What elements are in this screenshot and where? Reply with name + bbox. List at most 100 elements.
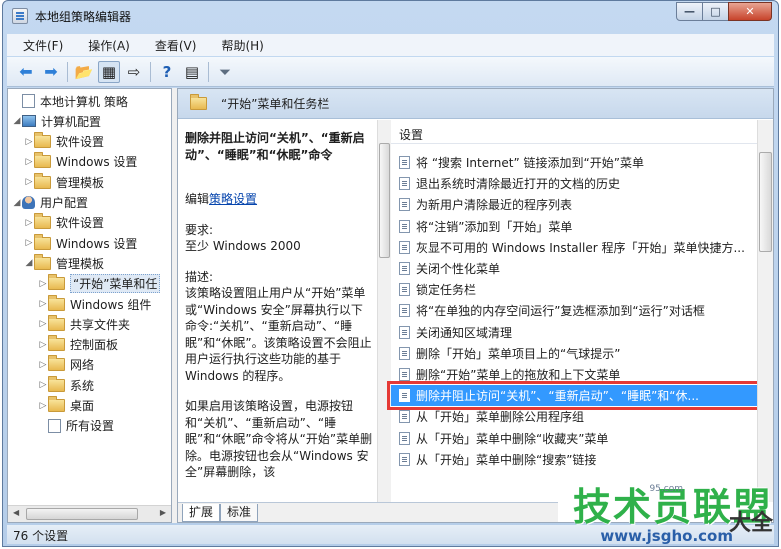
settings-scrollbar[interactable] <box>757 120 773 502</box>
menu-file[interactable]: 文件(F) <box>7 37 72 54</box>
setting-row[interactable]: 退出系统时清除最近打开的文档的历史 <box>391 173 757 194</box>
selected-setting-row[interactable]: 删除并阻止访问“关机”、“重新启动”、“睡眠”和“休... <box>387 381 761 411</box>
setting-row[interactable]: 删除「开始」菜单项目上的“气球提示” <box>391 343 757 364</box>
export-list-icon[interactable]: ⇨ <box>123 61 145 83</box>
setting-row[interactable]: 将 “搜索 Internet” 链接添加到“开始”菜单 <box>391 152 757 173</box>
settings-column-header[interactable]: 设置 <box>391 120 773 144</box>
properties-icon[interactable]: ▤ <box>181 61 203 83</box>
toolbar: ⬅ ➡ 📂 ▦ ⇨ ? ▤ ⏷ <box>7 57 774 87</box>
tree-item[interactable]: ▷ 管理模板 <box>24 172 104 192</box>
scroll-thumb[interactable] <box>759 152 772 252</box>
tree-item[interactable]: ▷ 系统 <box>38 375 94 395</box>
expand-arrow-icon[interactable]: ▷ <box>38 319 48 329</box>
settings-list-panel: 设置 将 “搜索 Internet” 链接添加到“开始”菜单退出系统时清除最近打… <box>387 120 773 502</box>
policy-setting-icon <box>399 325 410 339</box>
policy-setting-icon <box>399 389 410 403</box>
tree-item-label: 软件设置 <box>56 135 105 150</box>
description-scrollbar[interactable] <box>377 120 391 502</box>
policy-setting-icon <box>399 367 410 381</box>
folder-icon <box>48 335 65 352</box>
menu-action[interactable]: 操作(A) <box>72 37 139 54</box>
tree-item[interactable]: ▷ “开始”菜单和任 <box>38 274 161 294</box>
description-text-2: 如果启用该策略设置，电源按钮和“关机”、“重新启动”、“睡眠”和“休眠”命令将从… <box>185 399 373 479</box>
expand-arrow-icon[interactable]: ▷ <box>38 380 48 390</box>
setting-row[interactable]: 为新用户清除最近的程序列表 <box>391 194 757 215</box>
forward-arrow-icon[interactable]: ➡ <box>40 61 62 83</box>
expand-arrow-icon[interactable]: ▷ <box>38 340 48 350</box>
expand-arrow-icon[interactable]: ▷ <box>24 177 34 187</box>
expand-arrow-icon[interactable]: ▷ <box>24 137 34 147</box>
expand-arrow-icon[interactable]: ▷ <box>38 299 48 309</box>
up-folder-icon[interactable]: 📂 <box>73 61 95 83</box>
collapse-arrow-icon[interactable]: ◢ <box>12 198 22 208</box>
tree-horizontal-scrollbar[interactable]: ◀ ▶ <box>8 505 171 522</box>
help-icon[interactable]: ? <box>156 61 178 83</box>
setting-row[interactable]: 从「开始」菜单删除公用程序组 <box>391 406 757 427</box>
tree-item[interactable]: ▷ Windows 组件 <box>38 294 151 314</box>
title-bar[interactable]: 本地组策略编辑器 — □ ✕ <box>3 1 778 31</box>
setting-row[interactable]: 关闭个性化菜单 <box>391 258 757 279</box>
tree-item[interactable]: ▷ Windows 设置 <box>24 233 137 253</box>
setting-label: 删除并阻止访问“关机”、“重新启动”、“睡眠”和“休... <box>416 389 699 404</box>
setting-label: 关闭个性化菜单 <box>416 262 501 277</box>
expand-arrow-icon[interactable]: ▷ <box>24 238 34 248</box>
setting-row[interactable]: 锁定任务栏 <box>391 279 757 300</box>
tree-item[interactable]: ▷ 共享文件夹 <box>38 314 130 334</box>
scroll-left-icon[interactable]: ◀ <box>13 508 19 517</box>
scroll-right-icon[interactable]: ▶ <box>160 508 166 517</box>
tree-item[interactable]: ▷ 软件设置 <box>24 132 104 152</box>
folder-icon <box>48 274 65 291</box>
tree-item[interactable]: ▷ 控制面板 <box>38 335 118 355</box>
tree-item[interactable]: ◢ 用户配置 <box>12 193 88 213</box>
policy-setting-icon <box>399 283 410 297</box>
show-hide-tree-icon[interactable]: ▦ <box>98 60 120 83</box>
tree-item[interactable]: 本地计算机 策略 <box>12 91 128 111</box>
edit-prefix: 编辑 <box>185 192 210 206</box>
scroll-thumb[interactable] <box>379 143 390 258</box>
menu-help[interactable]: 帮助(H) <box>205 37 272 54</box>
setting-row[interactable]: 关闭通知区域清理 <box>391 322 757 343</box>
expand-arrow-icon[interactable]: ▷ <box>38 360 48 370</box>
tree-item[interactable]: ▷ Windows 设置 <box>24 152 137 172</box>
minimize-button[interactable]: — <box>676 2 703 21</box>
folder-icon <box>34 233 51 250</box>
setting-row[interactable]: 将“注销”添加到「开始」菜单 <box>391 216 757 237</box>
filter-icon[interactable]: ⏷ <box>214 61 236 83</box>
setting-row[interactable]: 从「开始」菜单中删除“收藏夹”菜单 <box>391 427 757 448</box>
setting-label: 将 “搜索 Internet” 链接添加到“开始”菜单 <box>416 156 644 171</box>
menu-view[interactable]: 查看(V) <box>139 37 206 54</box>
close-button[interactable]: ✕ <box>728 2 772 21</box>
back-arrow-icon[interactable]: ⬅ <box>15 61 37 83</box>
expand-arrow-icon[interactable]: ▷ <box>38 279 48 289</box>
expand-arrow-icon[interactable]: ▷ <box>38 401 48 411</box>
setting-row[interactable]: 将“在单独的内存空间运行”复选框添加到“运行”对话框 <box>391 300 757 321</box>
tree-item-label: 计算机配置 <box>41 114 102 129</box>
client-area: ◀ ▶ 本地计算机 策略 ◢ 计算机配置 ▷ 软件设置 ▷ Windows 设置 ▷ 管理模板 ◢… <box>7 88 774 523</box>
tree-item[interactable]: 所有设置 <box>38 416 114 436</box>
maximize-button[interactable]: □ <box>702 2 729 21</box>
tab-standard[interactable]: 标准 <box>220 504 259 522</box>
scroll-thumb[interactable] <box>26 508 138 520</box>
tree-item[interactable]: ▷ 桌面 <box>38 396 94 416</box>
content-header: “开始”菜单和任务栏 <box>178 89 773 119</box>
policy-setting-icon <box>399 177 410 191</box>
settings-list: 将 “搜索 Internet” 链接添加到“开始”菜单退出系统时清除最近打开的文… <box>387 152 761 470</box>
tree-item-label: Windows 设置 <box>56 236 138 251</box>
tree-item[interactable]: ◢ 计算机配置 <box>12 111 101 131</box>
setting-row[interactable]: 从「开始」菜单中删除“搜索”链接 <box>391 449 757 470</box>
tree-item[interactable]: ◢ 管理模板 <box>24 253 104 273</box>
setting-row[interactable]: 删除“开始”菜单上的拖放和上下文菜单 <box>391 364 757 385</box>
setting-label: 锁定任务栏 <box>416 283 477 298</box>
edit-policy-link[interactable]: 策略设置 <box>209 192 257 206</box>
expand-arrow-icon[interactable]: ▷ <box>24 157 34 167</box>
tree-item[interactable]: ▷ 软件设置 <box>24 213 104 233</box>
policy-title: 删除并阻止访问“关机”、“重新启动”、“睡眠”和“休眠”命令 <box>185 131 365 162</box>
setting-row[interactable]: 灰显不可用的 Windows Installer 程序「开始」菜单快捷方... <box>391 237 757 258</box>
content-pane: “开始”菜单和任务栏 删除并阻止访问“关机”、“重新启动”、“睡眠”和“休眠”命… <box>177 88 774 523</box>
expand-arrow-icon[interactable]: ▷ <box>24 218 34 228</box>
tree-item[interactable]: ▷ 网络 <box>38 355 94 375</box>
tab-extended[interactable]: 扩展 <box>182 504 221 522</box>
folder-icon <box>48 375 65 392</box>
collapse-arrow-icon[interactable]: ◢ <box>24 258 34 268</box>
collapse-arrow-icon[interactable]: ◢ <box>12 116 22 126</box>
